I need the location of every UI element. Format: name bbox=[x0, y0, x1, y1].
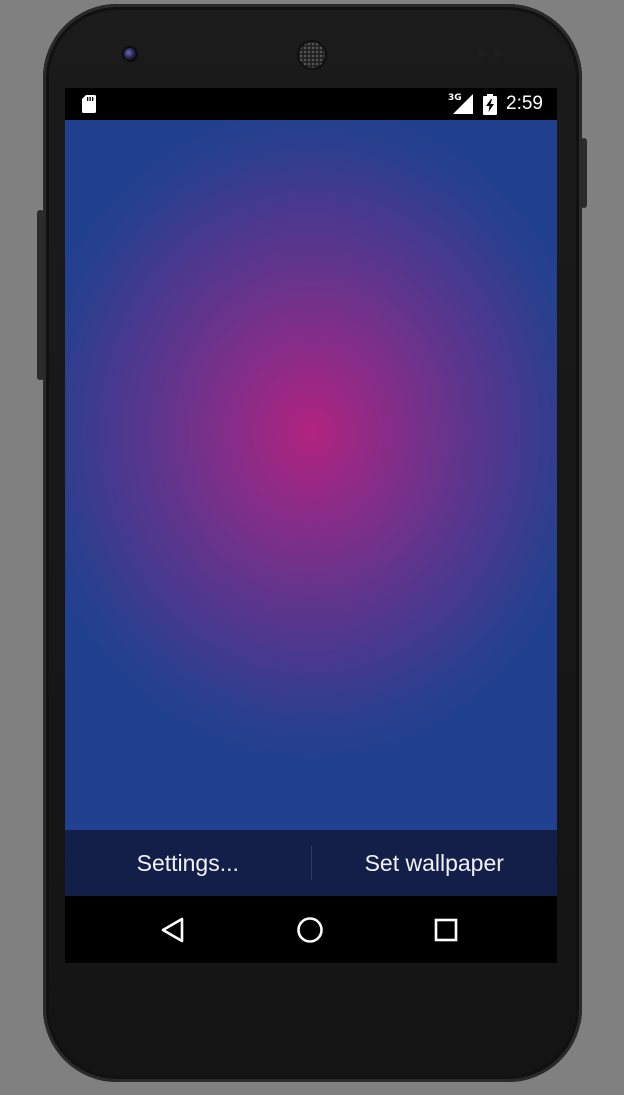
earpiece-speaker bbox=[299, 42, 325, 68]
home-button[interactable] bbox=[292, 912, 328, 948]
settings-button[interactable]: Settings... bbox=[65, 830, 311, 896]
back-icon bbox=[161, 917, 184, 943]
back-button[interactable] bbox=[155, 912, 191, 948]
home-icon bbox=[297, 917, 323, 943]
sd-card-icon bbox=[82, 95, 96, 113]
status-clock: 2:59 bbox=[506, 93, 543, 114]
navigation-bar bbox=[65, 896, 557, 963]
recents-button[interactable] bbox=[428, 912, 464, 948]
cell-signal-icon bbox=[453, 94, 473, 114]
proximity-sensor bbox=[478, 50, 486, 58]
device-screen: 3G 2:59 Settings... Set wallpaper bbox=[65, 88, 557, 963]
status-bar: 3G 2:59 bbox=[65, 88, 557, 120]
set-wallpaper-button[interactable]: Set wallpaper bbox=[312, 830, 558, 896]
battery-charging-icon bbox=[483, 94, 497, 115]
recents-icon bbox=[434, 918, 458, 942]
wallpaper-action-bar: Settings... Set wallpaper bbox=[65, 830, 557, 896]
live-wallpaper-preview[interactable] bbox=[65, 120, 557, 830]
front-camera bbox=[124, 48, 136, 60]
light-sensor bbox=[494, 50, 502, 58]
